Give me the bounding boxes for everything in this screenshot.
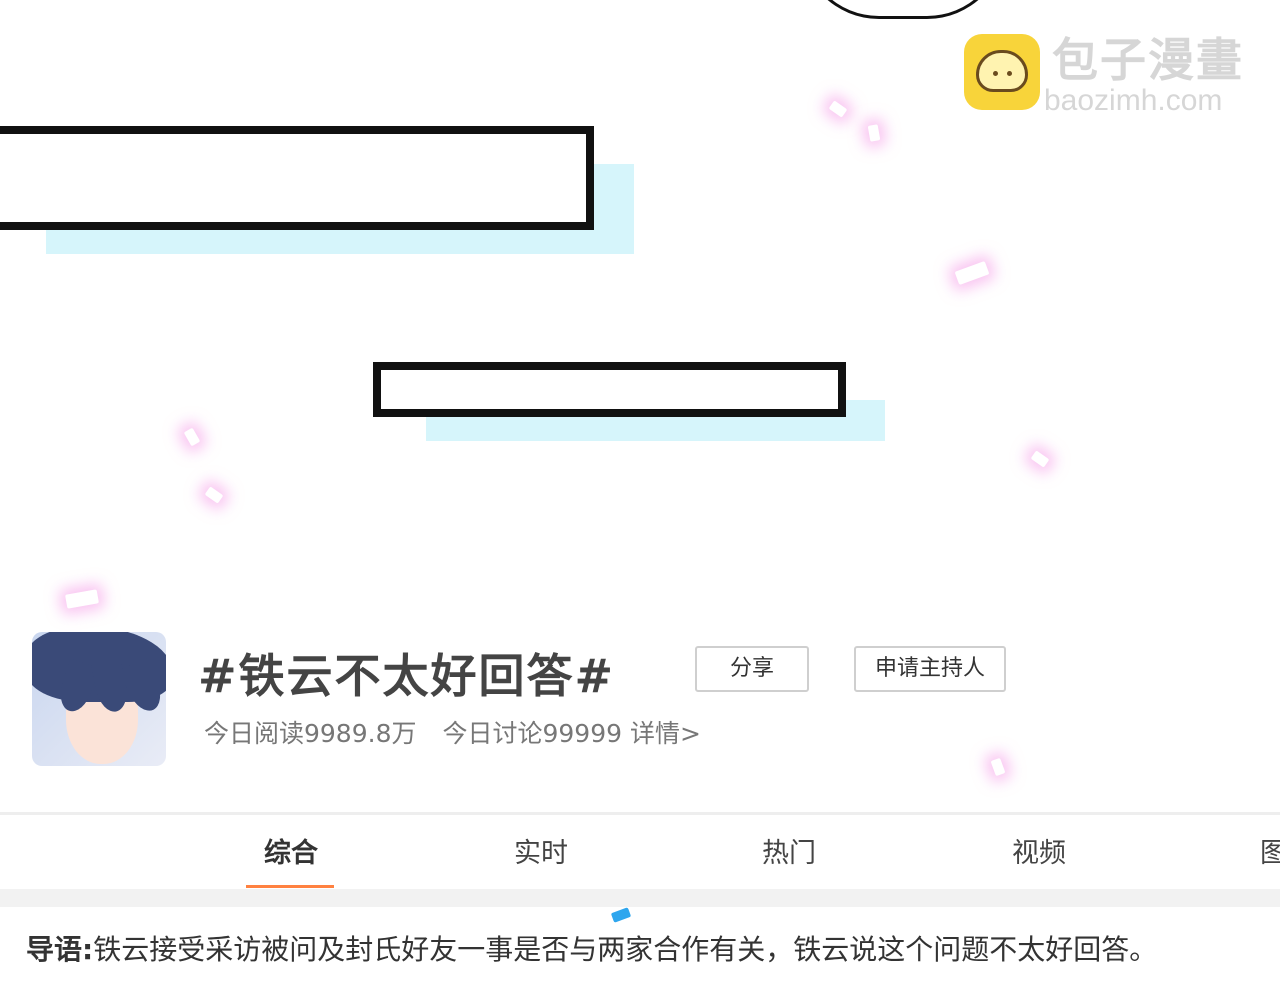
active-tab-indicator <box>246 885 334 888</box>
tab-general[interactable]: 综合 <box>264 831 318 870</box>
petal-decoration <box>204 486 224 504</box>
caption-box-empty <box>373 362 846 417</box>
caption-box-empty <box>0 126 594 230</box>
tab-hot[interactable]: 热门 <box>762 831 816 870</box>
details-link[interactable]: 详情> <box>630 719 701 748</box>
petal-decoration <box>828 100 848 118</box>
tab-bar-shadow <box>0 889 1280 907</box>
petal-decoration <box>990 757 1006 777</box>
baozi-logo-icon <box>964 34 1040 110</box>
read-count: 今日阅读9989.8万 <box>204 719 417 748</box>
petal-decoration <box>65 589 99 609</box>
speech-bubble-edge <box>800 0 1006 19</box>
topic-avatar <box>32 632 166 766</box>
petal-decoration <box>867 124 881 142</box>
petal-decoration <box>610 907 632 923</box>
topic-title: #铁云不太好回答# <box>198 649 616 703</box>
topic-intro: 导语:铁云接受采访被问及封氏好友一事是否与两家合作有关，铁云说这个问题不太好回答… <box>26 928 1157 968</box>
petal-decoration <box>1030 450 1050 468</box>
watermark: 包子漫畫 baozimh.com <box>964 33 1264 117</box>
intro-label: 导语: <box>26 933 94 966</box>
discussion-count: 今日讨论99999 <box>442 719 623 748</box>
intro-text: 铁云接受采访被问及封氏好友一事是否与两家合作有关，铁云说这个问题不太好回答。 <box>93 933 1158 966</box>
apply-host-button[interactable]: 申请主持人 <box>854 646 1006 692</box>
petal-decoration <box>954 260 990 286</box>
share-button[interactable]: 分享 <box>695 646 809 692</box>
tab-bar: 综合 实时 热门 视频 图 <box>0 815 1280 889</box>
watermark-name: 包子漫畫 <box>1052 33 1244 87</box>
petal-decoration <box>183 427 201 447</box>
tab-images[interactable]: 图 <box>1260 831 1280 870</box>
tab-video[interactable]: 视频 <box>1012 831 1066 870</box>
watermark-url: baozimh.com <box>1044 84 1223 117</box>
topic-stats: 今日阅读9989.8万 今日讨论99999 详情> <box>204 714 727 750</box>
tab-realtime[interactable]: 实时 <box>514 831 568 870</box>
